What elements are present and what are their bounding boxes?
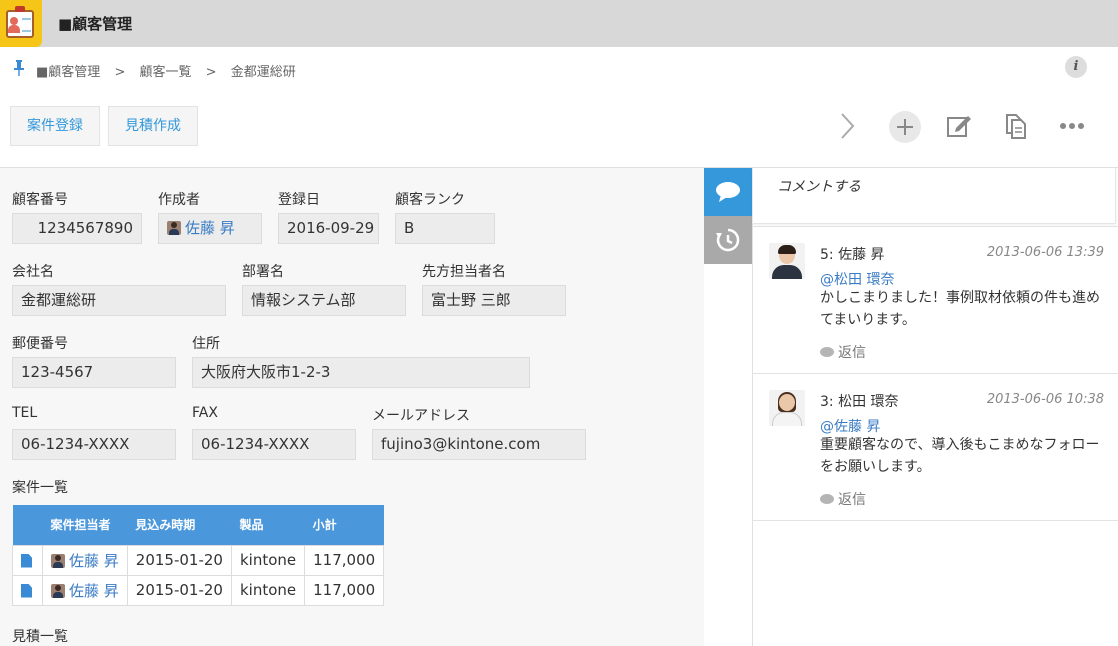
breadcrumb-record: 金都運総研: [230, 65, 296, 80]
breadcrumb-list[interactable]: 顧客一覧: [139, 65, 191, 80]
deals-table: 案件担当者 見込み時期 製品 小計 佐藤 昇 2015-01-20 kinton…: [12, 505, 385, 606]
divider: [752, 373, 1118, 374]
next-arrow-icon[interactable]: [829, 108, 865, 144]
contact-person-field: 富士野 三郎: [422, 285, 566, 316]
comment-icon: [716, 182, 740, 202]
comments-panel: [752, 168, 1118, 646]
reply-button[interactable]: 返信: [820, 489, 866, 509]
deal-product: kintone: [230, 544, 306, 576]
history-icon: [716, 228, 740, 252]
document-icon[interactable]: [21, 553, 32, 568]
postal-code-label: 郵便番号: [12, 336, 68, 352]
comments-tab[interactable]: [704, 168, 752, 216]
info-icon[interactable]: i: [1065, 56, 1087, 78]
table-row: 佐藤 昇 2015-01-20 kintone 117,000: [12, 544, 385, 576]
edit-icon[interactable]: [941, 108, 977, 144]
deals-label: 案件一覧: [12, 480, 68, 496]
deal-date: 2015-01-20: [126, 574, 232, 606]
history-tab[interactable]: [704, 216, 752, 264]
comment-text: かしこまりました！事例取材依頼の件も進めてまいります。: [820, 290, 1100, 328]
app-header: ■顧客管理: [0, 0, 1118, 47]
fax-label: FAX: [192, 405, 218, 421]
deal-subtotal: 117,000: [304, 544, 385, 576]
customer-rank-label: 顧客ランク: [395, 192, 465, 208]
reply-icon: [820, 494, 834, 504]
user-avatar: [167, 221, 181, 235]
breadcrumb-separator: >: [114, 65, 126, 80]
tel-label: TEL: [12, 405, 38, 421]
company-label: 会社名: [12, 264, 54, 280]
estimates-label: 見積一覧: [12, 629, 68, 645]
registered-date-field: 2016-09-29: [278, 213, 379, 244]
user-avatar: [51, 583, 65, 598]
comment-time: 2013-06-06 13:39: [986, 245, 1104, 260]
add-icon[interactable]: [889, 111, 921, 143]
registered-date-label: 登録日: [278, 192, 320, 208]
divider: [752, 226, 1118, 227]
department-field: 情報システム部: [242, 285, 406, 316]
postal-code-field: 123-4567: [12, 357, 176, 388]
register-deal-button[interactable]: 案件登録: [10, 106, 100, 146]
creator-field: 佐藤 昇: [158, 213, 262, 244]
customer-rank-field: B: [395, 213, 495, 244]
comment-input[interactable]: コメントする: [752, 168, 1116, 224]
breadcrumb: ■顧客管理 > 顧客一覧 > 金都運総研: [36, 61, 306, 80]
copy-icon[interactable]: [998, 108, 1034, 144]
customer-number-field: 1234567890: [12, 213, 142, 244]
tel-field: 06-1234-XXXX: [12, 429, 176, 460]
comment-author[interactable]: 3: 松田 環奈: [820, 391, 899, 411]
reply-button[interactable]: 返信: [820, 342, 866, 362]
customer-number-label: 顧客番号: [12, 192, 68, 208]
deal-owner-link[interactable]: 佐藤 昇: [69, 552, 119, 570]
user-avatar: [51, 553, 65, 568]
comment-text: 重要顧客なので、導入後もこまめなフォローをお願いします。: [820, 437, 1100, 475]
creator-user-link[interactable]: 佐藤 昇: [185, 219, 235, 237]
app-icon[interactable]: [0, 0, 42, 47]
comment-author[interactable]: 5: 佐藤 昇: [820, 244, 885, 264]
email-field[interactable]: fujino3@kintone.com: [372, 429, 586, 460]
fax-field: 06-1234-XXXX: [192, 429, 356, 460]
comment-mention[interactable]: @佐藤 昇: [820, 416, 880, 436]
more-icon[interactable]: [1054, 108, 1090, 144]
company-field: 金都運総研: [12, 285, 226, 316]
reply-icon: [820, 347, 834, 357]
creator-label: 作成者: [158, 192, 200, 208]
deal-subtotal: 117,000: [304, 574, 385, 606]
app-title[interactable]: ■顧客管理: [58, 13, 132, 34]
deal-date: 2015-01-20: [126, 544, 232, 576]
email-label: メールアドレス: [372, 408, 470, 424]
column-header: 製品: [231, 505, 305, 545]
address-label: 住所: [192, 336, 220, 352]
divider: [752, 520, 1118, 521]
comment-mention[interactable]: @松田 環奈: [820, 269, 894, 289]
department-label: 部署名: [242, 264, 284, 280]
avatar[interactable]: [769, 243, 805, 279]
create-estimate-button[interactable]: 見積作成: [108, 106, 198, 146]
column-header: 小計: [304, 505, 384, 545]
avatar[interactable]: [769, 390, 805, 426]
breadcrumb-app[interactable]: ■顧客管理: [36, 65, 100, 80]
column-header: 見込み時期: [127, 505, 232, 545]
document-icon[interactable]: [21, 583, 32, 598]
contact-person-label: 先方担当者名: [422, 264, 506, 280]
comment-time: 2013-06-06 10:38: [986, 392, 1104, 407]
column-header: 案件担当者: [42, 505, 128, 545]
deal-owner-link[interactable]: 佐藤 昇: [69, 582, 119, 600]
breadcrumb-separator: >: [205, 65, 217, 80]
pin-icon[interactable]: [13, 60, 25, 76]
address-field: 大阪府大阪市1-2-3: [192, 357, 530, 388]
deal-product: kintone: [230, 574, 306, 606]
comment-placeholder: コメントする: [777, 179, 861, 195]
table-row: 佐藤 昇 2015-01-20 kintone 117,000: [12, 574, 385, 606]
